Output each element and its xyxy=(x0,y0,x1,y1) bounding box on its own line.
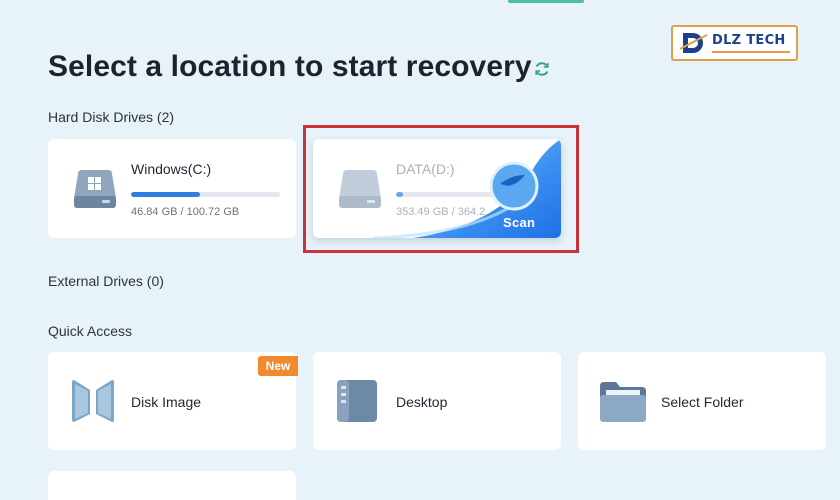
quick-access-partial-card[interactable] xyxy=(48,471,296,500)
quick-access-label: Quick Access xyxy=(48,323,133,339)
logo-text: DLZ TECH xyxy=(712,32,786,48)
drive-usage-bar xyxy=(131,192,280,197)
quick-access-label-desktop: Desktop xyxy=(396,394,448,410)
external-drives-label: External Drives (0) xyxy=(48,273,164,289)
folder-icon xyxy=(600,382,646,422)
quick-access-label-select-folder: Select Folder xyxy=(661,394,744,410)
drive-size: 46.84 GB / 100.72 GB xyxy=(131,206,240,218)
refresh-icon[interactable] xyxy=(533,60,551,78)
drive-name: Windows(C:) xyxy=(131,161,212,177)
top-tab-indicator xyxy=(508,0,584,3)
quick-access-label-disk-image: Disk Image xyxy=(131,394,202,410)
hard-drive-icon xyxy=(74,170,116,208)
quick-access-disk-image[interactable]: Disk Image New xyxy=(48,352,298,450)
logo-underline xyxy=(712,50,790,53)
quick-access-desktop[interactable]: Desktop xyxy=(313,352,561,450)
desktop-icon xyxy=(337,380,377,422)
disk-image-icon xyxy=(72,380,114,422)
logo-icon xyxy=(679,33,708,53)
drive-card-windows-c[interactable]: Windows(C:) 46.84 GB / 100.72 GB xyxy=(48,139,296,238)
page-title: Select a location to start recovery xyxy=(48,50,532,83)
scan-button[interactable]: Scan xyxy=(503,215,535,230)
new-badge: New xyxy=(258,356,298,376)
quick-access-select-folder[interactable]: Select Folder xyxy=(578,352,826,450)
dlz-tech-logo: DLZ TECH xyxy=(671,25,798,61)
hard-disk-drives-label: Hard Disk Drives (2) xyxy=(48,109,175,125)
drive-card-data-d[interactable]: DATA(D:) 353.49 GB / 364.2 Scan xyxy=(313,139,561,238)
drive-usage-fill xyxy=(131,192,201,197)
